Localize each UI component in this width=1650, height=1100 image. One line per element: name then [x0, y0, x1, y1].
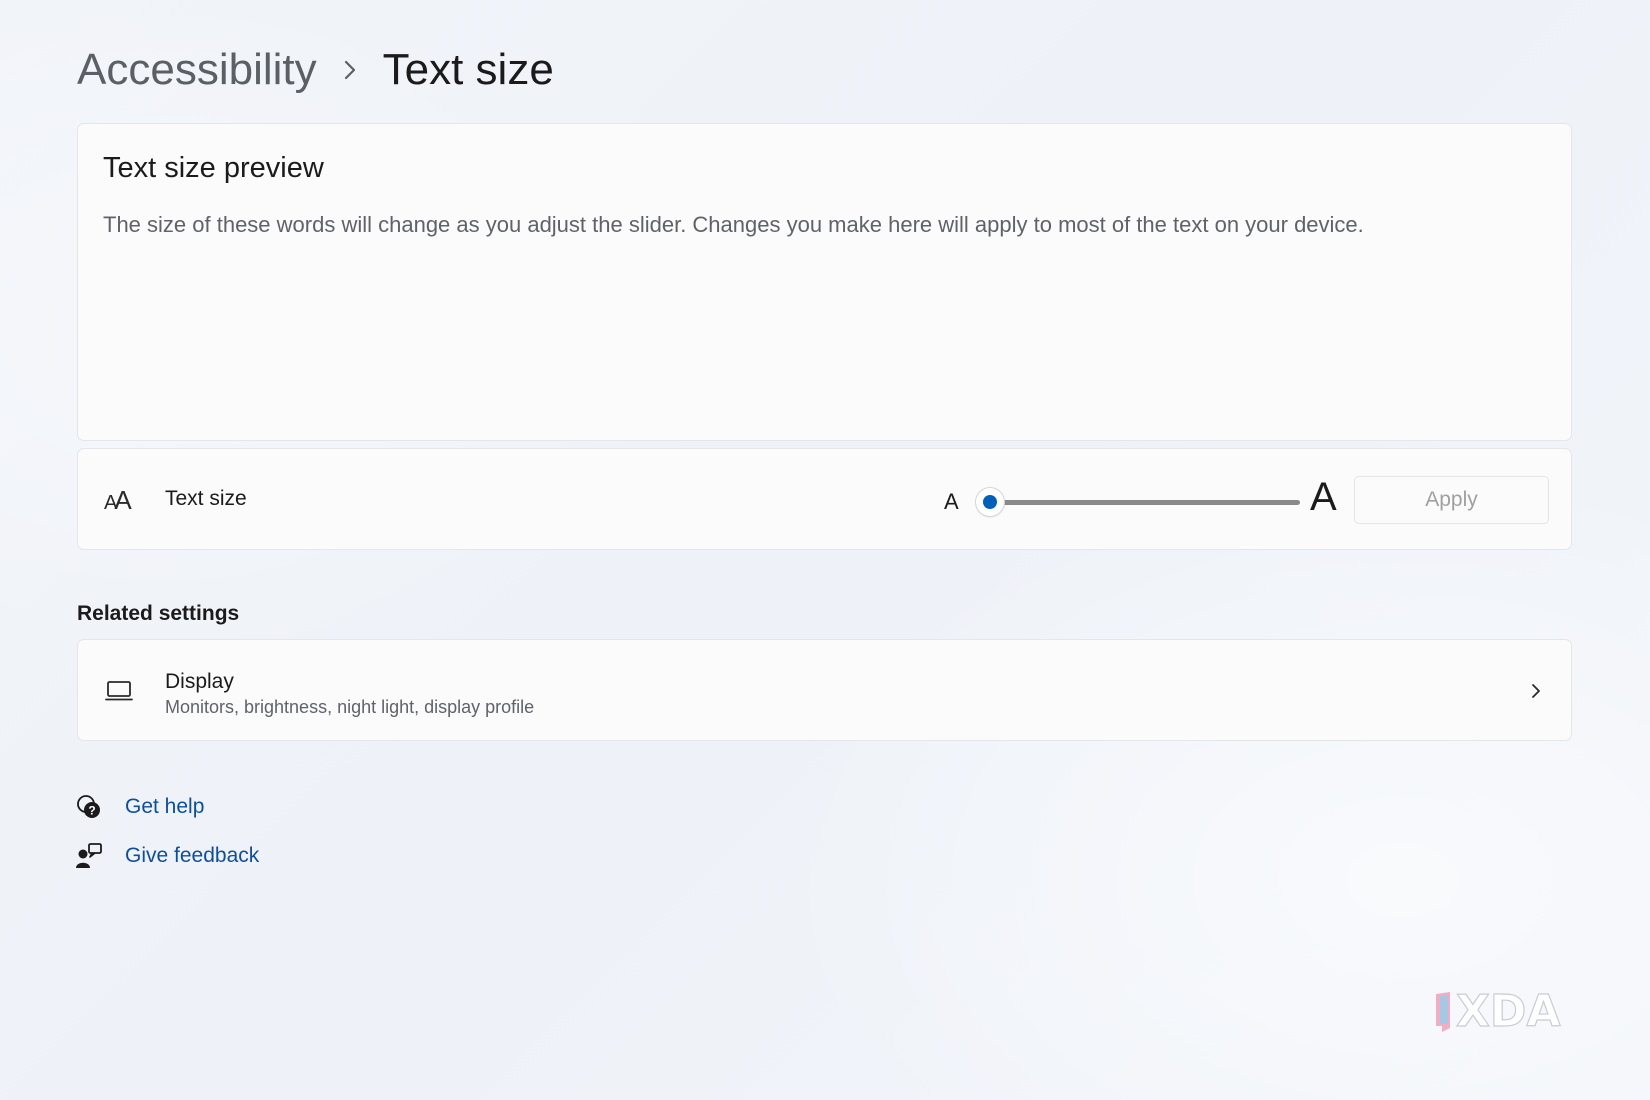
- slider-track[interactable]: [990, 500, 1300, 505]
- text-size-slider[interactable]: [976, 488, 1300, 516]
- slider-thumb[interactable]: [976, 488, 1004, 516]
- breadcrumb-chevron-icon: [343, 59, 357, 81]
- font-size-icon-large-a: A: [114, 485, 131, 515]
- slider-min-label: A: [944, 489, 959, 514]
- slider-max-label: A: [1310, 475, 1337, 519]
- page-title: Text size: [382, 45, 554, 94]
- laptop-icon: [105, 681, 133, 701]
- text-size-preview-card: Text size preview The size of these word…: [77, 123, 1572, 441]
- font-size-icon: AA: [104, 485, 132, 516]
- get-help-label[interactable]: Get help: [125, 795, 204, 819]
- breadcrumb-accessibility[interactable]: Accessibility: [77, 44, 317, 96]
- text-size-setting-card: AA Text size A A Apply: [77, 448, 1572, 550]
- font-size-icon-small-a: A: [104, 492, 117, 514]
- display-subtitle: Monitors, brightness, night light, displ…: [165, 697, 535, 717]
- display-settings-link[interactable]: Display Monitors, brightness, night ligh…: [77, 639, 1572, 741]
- give-feedback-icon: [76, 843, 102, 868]
- xda-watermark-text: XDA: [1456, 986, 1561, 1036]
- preview-title: Text size preview: [103, 152, 324, 184]
- give-feedback-link[interactable]: Give feedback: [75, 842, 259, 870]
- get-help-icon: ?: [77, 795, 100, 818]
- chevron-right-icon: [1532, 684, 1540, 698]
- text-size-label: Text size: [165, 487, 247, 510]
- give-feedback-label[interactable]: Give feedback: [125, 844, 259, 868]
- related-settings-heading: Related settings: [77, 602, 240, 625]
- svg-text:?: ?: [88, 804, 95, 818]
- apply-button[interactable]: Apply: [1354, 476, 1549, 524]
- get-help-link[interactable]: ? Get help: [75, 793, 204, 821]
- breadcrumb: Accessibility Text size: [77, 44, 554, 96]
- display-title: Display: [165, 670, 234, 693]
- xda-watermark-logo: XDA: [1436, 985, 1561, 1036]
- preview-text: The size of these words will change as y…: [103, 212, 1364, 237]
- settings-page: Accessibility Text size Text size previe…: [0, 0, 1650, 1100]
